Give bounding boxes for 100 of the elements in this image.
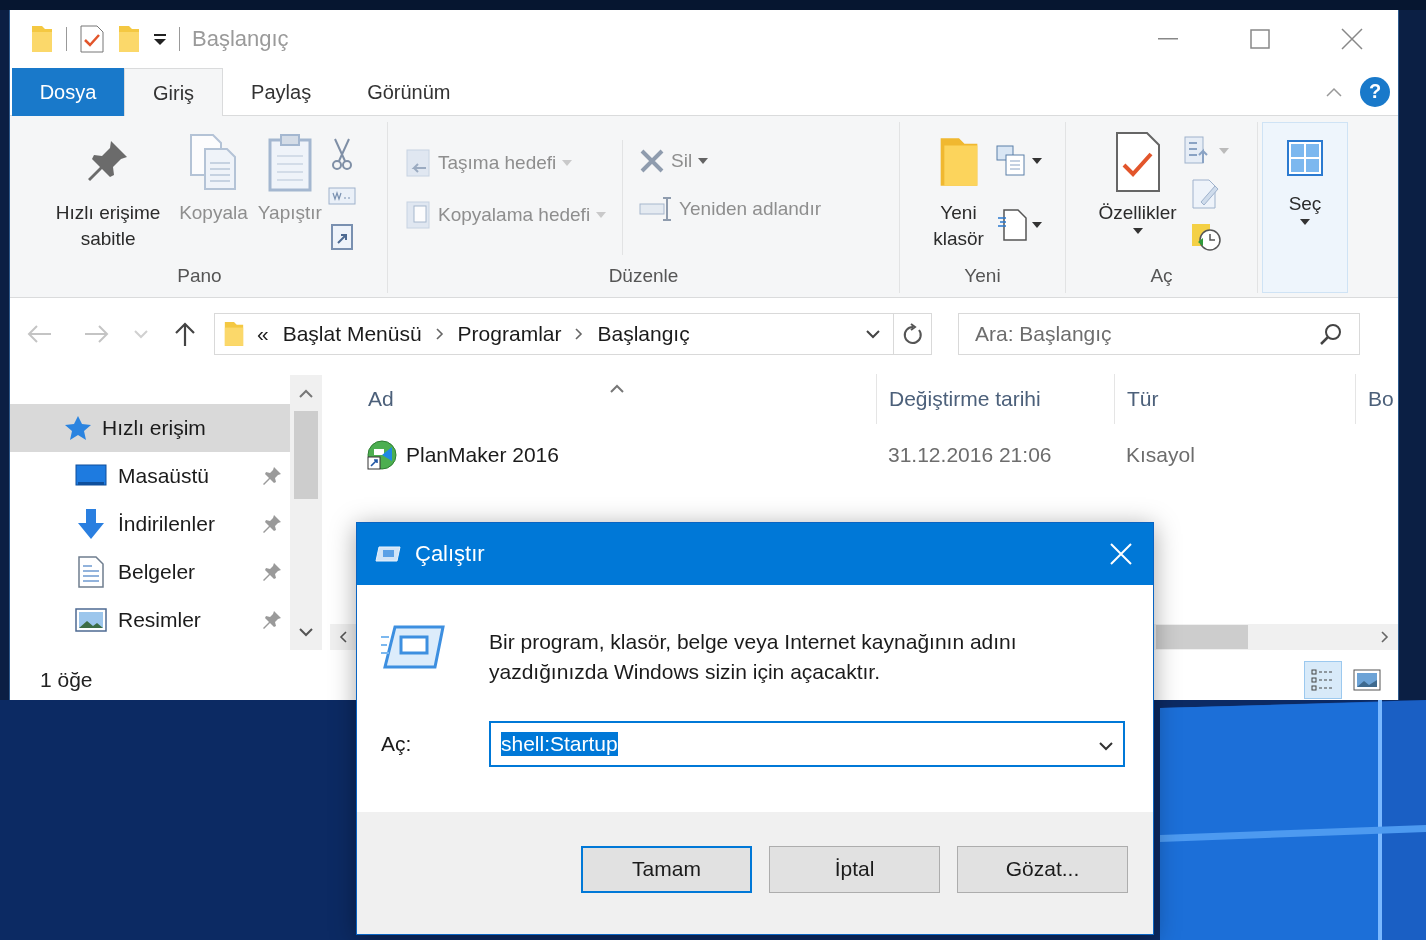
- clipboard-icon: [266, 132, 313, 192]
- ribbon-group-label: Pano: [176, 265, 223, 288]
- history-icon: [1189, 222, 1222, 253]
- properties-icon: [79, 24, 105, 54]
- column-header[interactable]: Ad: [368, 387, 394, 411]
- navigation-item[interactable]: Belgeler: [10, 548, 290, 596]
- file-type: Kısayol: [1126, 443, 1195, 467]
- dialog-button[interactable]: Gözat...: [957, 845, 1128, 893]
- sort-indicator-icon: [610, 384, 624, 393]
- dialog-title: Çalıştır: [415, 541, 485, 567]
- navigation-label: Masaüstü: [118, 464, 210, 488]
- dropdown-caret-icon: [1031, 222, 1042, 229]
- navigation-label: Resimler: [118, 608, 201, 632]
- dropdown-caret-icon: [698, 158, 709, 164]
- file-name[interactable]: PlanMaker 2016: [406, 443, 559, 467]
- customize-dropdown-icon: [153, 32, 167, 46]
- scrollbar-thumb[interactable]: [294, 411, 318, 499]
- ribbon-tab[interactable]: Giriş: [124, 68, 224, 117]
- move-icon: [406, 148, 432, 178]
- large-icons-view-icon: [1353, 669, 1381, 691]
- scroll-up-icon: [299, 388, 313, 398]
- dialog-button[interactable]: Tamam: [581, 845, 752, 893]
- window-title: Başlangıç: [192, 26, 289, 52]
- rename-icon: [639, 196, 674, 222]
- column-header[interactable]: Tür: [1127, 387, 1159, 411]
- search-icon: [1319, 322, 1343, 346]
- ribbon-group-label: Yeni: [963, 265, 1002, 288]
- dialog-description: Bir program, klasör, belge veya Internet kaynağının adını yazdığınızda Windows sizin için açacaktır.: [489, 629, 1018, 685]
- navigation-item[interactable]: Masaüstü: [10, 452, 290, 500]
- help-button[interactable]: ?: [1360, 76, 1390, 107]
- view-toggle-button[interactable]: [1304, 661, 1342, 699]
- modified-date: 31.12.2016 21:06: [888, 443, 1052, 467]
- dropdown-caret-icon: [596, 212, 607, 218]
- scroll-right-icon: [1381, 631, 1389, 643]
- breadcrumb-item[interactable]: Başlangıç: [595, 322, 692, 346]
- desktop-icon: [75, 464, 107, 488]
- scroll-left-icon: [339, 631, 347, 643]
- folder-icon: [30, 24, 54, 54]
- ribbon-tab[interactable]: Paylaş: [223, 68, 340, 116]
- navigation-label: Belgeler: [118, 560, 196, 584]
- run-program-icon: [381, 623, 445, 671]
- copy-path-icon: [327, 185, 356, 206]
- document-icon: [77, 556, 105, 588]
- dropdown-caret-icon: [1300, 218, 1310, 225]
- run-icon: [375, 545, 401, 563]
- breadcrumb-item[interactable]: Programlar: [455, 322, 564, 346]
- download-arrow-icon: [75, 507, 107, 541]
- navigation-item[interactable]: İndirilenler: [10, 500, 290, 548]
- close-icon: [1341, 28, 1363, 50]
- new-item-icon: [995, 144, 1028, 177]
- search-field[interactable]: Ara: Başlangıç: [958, 313, 1360, 355]
- forward-arrow-icon: [84, 324, 110, 344]
- breadcrumb-overflow[interactable]: «: [257, 322, 269, 346]
- folder-icon: [223, 320, 245, 348]
- copy-to-icon: [406, 200, 432, 230]
- input-text: shell:Startup: [501, 732, 618, 756]
- dropdown-caret-icon: [1218, 147, 1229, 154]
- collapse-ribbon-icon[interactable]: [1326, 86, 1342, 97]
- item-count: 1 öğe: [40, 668, 93, 692]
- ribbon-button[interactable]: Yeni klasör: [923, 126, 994, 265]
- column-header[interactable]: Değiştirme tarihi: [889, 387, 1041, 411]
- column-header[interactable]: Bo: [1368, 387, 1394, 411]
- dropdown-caret-icon: [562, 160, 573, 166]
- close-icon: [1110, 543, 1132, 565]
- picture-icon: [75, 607, 107, 633]
- up-arrow-icon: [174, 321, 196, 347]
- ribbon-tab[interactable]: Görünüm: [339, 68, 479, 116]
- open-combo-box[interactable]: shell:Startup: [489, 721, 1125, 767]
- navigation-item[interactable]: Resimler: [10, 596, 290, 644]
- chevron-down-icon: [134, 329, 148, 339]
- chevron-down-icon: [866, 329, 880, 339]
- navigation-item[interactable]: Hızlı erişim: [10, 404, 290, 452]
- open-label: Aç:: [381, 732, 413, 756]
- breadcrumb-item[interactable]: Başlat Menüsü: [280, 322, 424, 346]
- dialog-button[interactable]: İptal: [769, 845, 940, 893]
- new-folder-icon: [117, 24, 141, 54]
- breadcrumb-separator-icon: [435, 328, 444, 340]
- scrollbar-thumb[interactable]: [1156, 625, 1248, 649]
- document-check-icon: [1113, 131, 1162, 193]
- breadcrumb-separator-icon: [575, 328, 584, 340]
- ribbon-group-label: Aç: [1149, 265, 1174, 288]
- edit-icon: [1190, 178, 1221, 211]
- dropdown-chevron-icon: [1099, 742, 1113, 751]
- ribbon-group-label: Düzenle: [607, 265, 680, 288]
- back-arrow-icon: [26, 324, 52, 344]
- scroll-down-icon: [299, 627, 313, 637]
- navigation-label: İndirilenler: [118, 512, 215, 536]
- select-grid-icon: [1287, 140, 1323, 176]
- navigation-label: Hızlı erişim: [102, 416, 206, 440]
- dropdown-caret-icon: [1132, 227, 1143, 234]
- minimize-icon: [1158, 38, 1178, 40]
- ribbon-button[interactable]: Özellikler: [1094, 126, 1181, 265]
- refresh-icon: [902, 323, 923, 345]
- easy-access-icon: [995, 208, 1028, 243]
- ribbon-button[interactable]: Hızlı erişime sabitle: [43, 126, 174, 265]
- delete-x-icon: [639, 148, 666, 174]
- shortcut-app-icon: [366, 439, 398, 471]
- dropdown-caret-icon: [1031, 157, 1042, 164]
- maximize-icon: [1250, 29, 1270, 49]
- ribbon-tab[interactable]: Dosya: [12, 68, 124, 116]
